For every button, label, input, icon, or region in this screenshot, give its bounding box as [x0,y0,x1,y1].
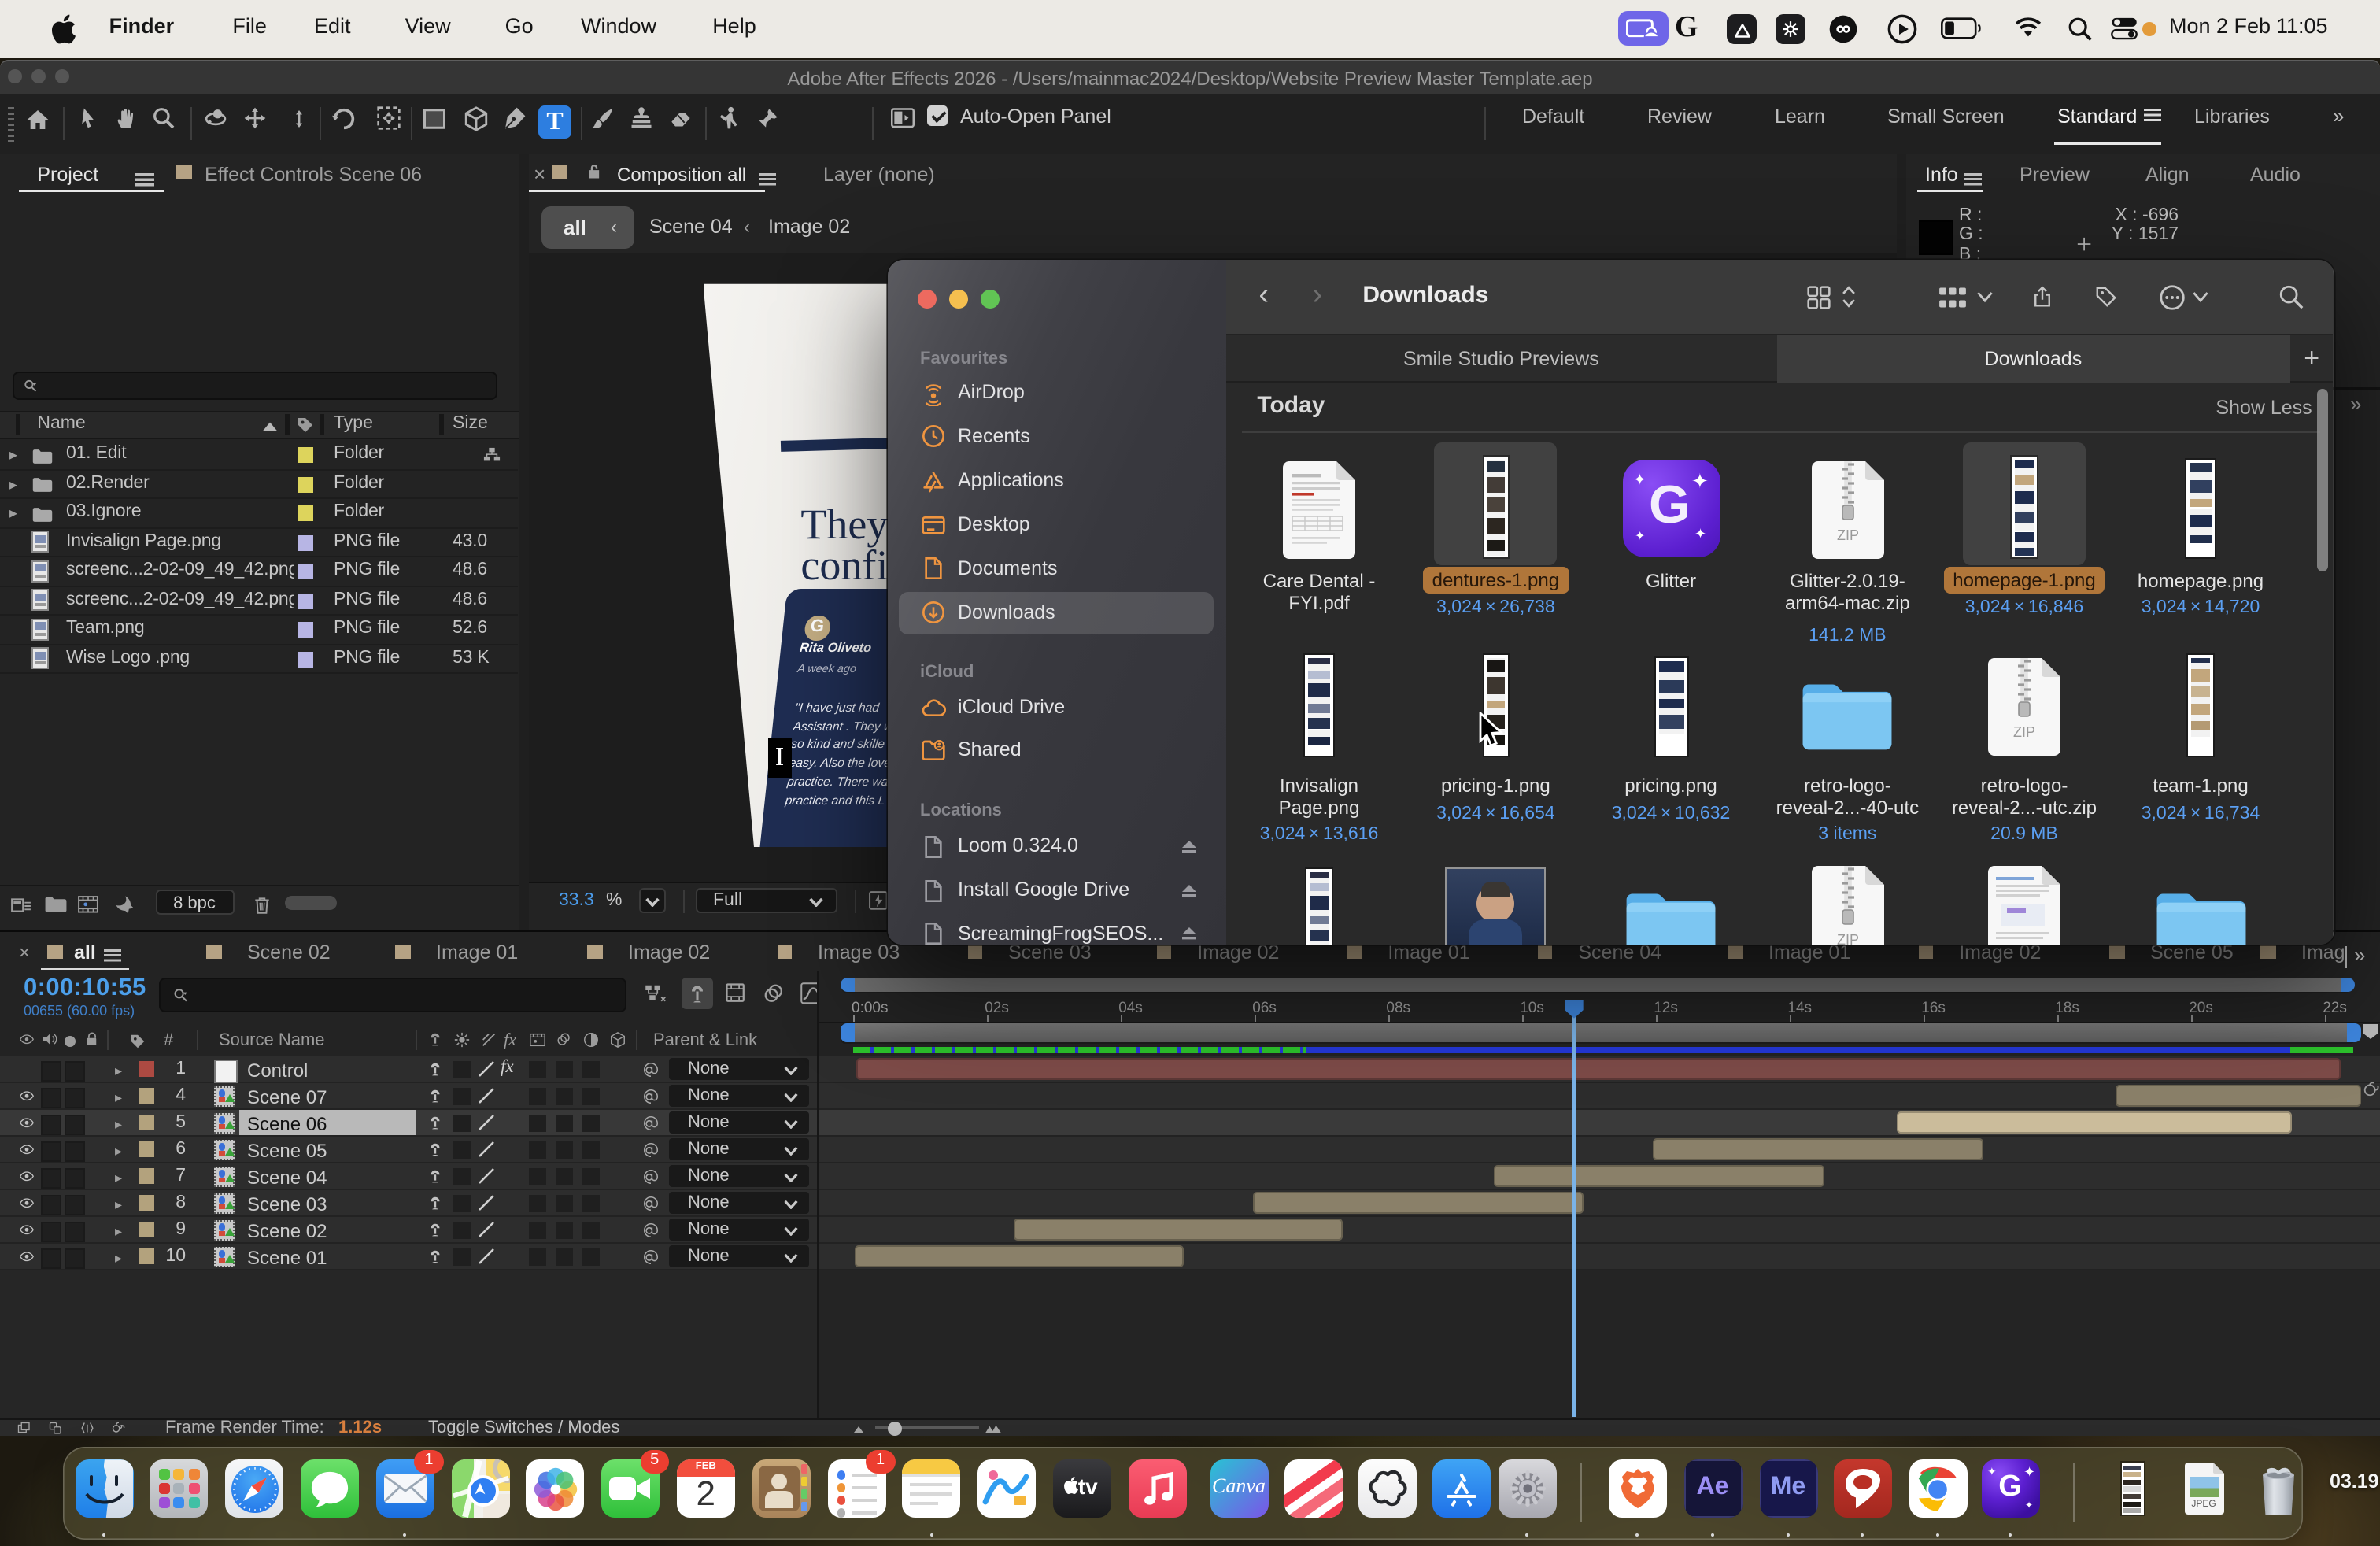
svg-text:ZIP: ZIP [1836,527,1858,542]
svg-text:ZIP: ZIP [1836,931,1858,944]
svg-text:ZIP: ZIP [2013,723,2035,739]
